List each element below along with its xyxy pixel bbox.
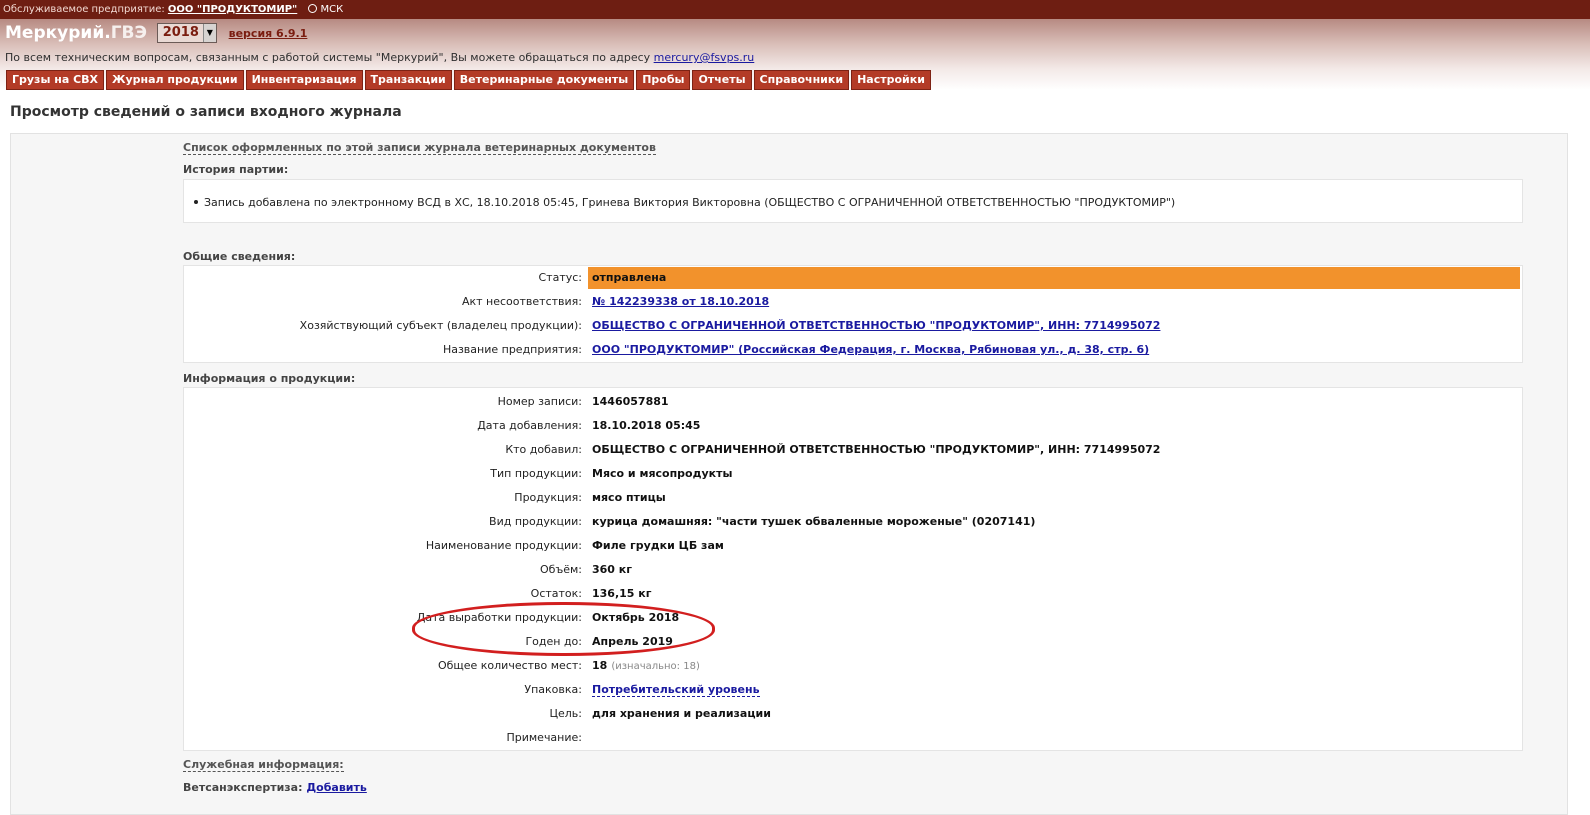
page-title: Просмотр сведений о записи входного журн… — [10, 104, 402, 120]
vet-docs-list-link[interactable]: Список оформленных по этой записи журнал… — [183, 141, 656, 155]
menu-item-cargo[interactable]: Грузы на СВХ — [6, 70, 105, 90]
table-row: Годен до: Апрель 2019 — [525, 635, 673, 648]
enterprise-name-label: Название предприятия: — [442, 343, 582, 356]
general-title: Общие сведения: — [183, 250, 296, 263]
table-row: Примечание: — [506, 731, 582, 744]
timezone-label: МСК — [320, 4, 344, 15]
places-count: 18 (изначально: 18) — [592, 659, 700, 672]
status-row: Статус: отправлена — [184, 267, 1522, 289]
menu-item-reports[interactable]: Отчеты — [692, 70, 752, 90]
status-highlight — [588, 267, 1520, 289]
table-row: Объём: 360 кг — [540, 563, 633, 576]
status-label: Статус: — [538, 271, 582, 284]
owner-label: Хозяйствующий субъект (владелец продукци… — [299, 319, 582, 332]
support-email-link[interactable]: mercury@fsvps.ru — [654, 51, 755, 64]
menu-item-inventory[interactable]: Инвентаризация — [245, 70, 363, 90]
menu-item-transactions[interactable]: Транзакции — [364, 70, 452, 90]
remaining: 136,15 кг — [592, 587, 652, 600]
year-select[interactable]: 2018 ▼ — [156, 23, 217, 43]
added-date: 18.10.2018 05:45 — [592, 419, 701, 432]
menu-item-samples[interactable]: Пробы — [636, 70, 691, 90]
packaging-link[interactable]: Потребительский уровень — [592, 683, 760, 697]
product: мясо птицы — [592, 491, 666, 504]
app-title: Меркурий.ГВЭ — [5, 23, 147, 43]
enterprise-label: Обслуживаемое предприятие: — [3, 4, 165, 15]
support-notice: По всем техническим вопросам, связанным … — [5, 51, 755, 64]
table-row: Номер записи: 1446057881 — [497, 395, 669, 408]
places-initial: (изначально: 18) — [611, 661, 700, 672]
table-row: Тип продукции: Мясо и мясопродукты — [490, 467, 733, 480]
enterprise-link[interactable]: ООО "ПРОДУКТОМИР" — [168, 4, 297, 15]
year-value: 2018 — [157, 24, 204, 42]
product-type: Мясо и мясопродукты — [592, 467, 733, 480]
add-vet-expertise-link[interactable]: Добавить — [306, 781, 366, 794]
owner-link[interactable]: ОБЩЕСТВО С ОГРАНИЧЕННОЙ ОТВЕТСТВЕННОСТЬЮ… — [592, 319, 1160, 332]
version-link[interactable]: версия 6.9.1 — [229, 27, 308, 40]
table-row: Остаток: 136,15 кг — [530, 587, 652, 600]
record-number: 1446057881 — [592, 395, 669, 408]
enterprise-bar: Обслуживаемое предприятие: ООО "ПРОДУКТО… — [0, 0, 1590, 19]
chevron-down-icon[interactable]: ▼ — [202, 24, 216, 42]
clock-icon — [308, 4, 318, 13]
table-row: Наименование продукции: Филе грудки ЦБ з… — [425, 539, 724, 552]
enterprise-row: Название предприятия: ООО "ПРОДУКТОМИР" … — [184, 339, 1522, 361]
product-title: Информация о продукции: — [183, 372, 356, 385]
product-kind: курица домашняя: "части тушек обваленные… — [592, 515, 1036, 528]
product-name: Филе грудки ЦБ зам — [592, 539, 724, 552]
volume: 360 кг — [592, 563, 633, 576]
menu-item-references[interactable]: Справочники — [753, 70, 850, 90]
enterprise-name-link[interactable]: ООО "ПРОДУКТОМИР" (Российская Федерация,… — [592, 343, 1149, 356]
act-label: Акт несоответствия: — [461, 295, 582, 308]
status-badge: отправлена — [592, 271, 667, 284]
history-box: Запись добавлена по электронному ВСД в Х… — [183, 179, 1523, 223]
added-by: ОБЩЕСТВО С ОГРАНИЧЕННОЙ ОТВЕТСТВЕННОСТЬЮ… — [592, 443, 1161, 456]
menu-item-settings[interactable]: Настройки — [851, 70, 931, 90]
owner-row: Хозяйствующий субъект (владелец продукци… — [184, 315, 1522, 337]
purpose: для хранения и реализации — [592, 707, 771, 720]
table-row: Общее количество мест: 18 (изначально: 18… — [437, 659, 700, 672]
expiry-date: Апрель 2019 — [592, 635, 673, 648]
production-date: Октябрь 2018 — [592, 611, 680, 624]
bullet-icon — [194, 200, 198, 204]
timezone: МСК — [308, 4, 343, 15]
general-box: Статус: отправлена Акт несоответствия: №… — [183, 265, 1523, 363]
act-row: Акт несоответствия: № 142239338 от 18.10… — [184, 291, 1522, 313]
app-header: Меркурий.ГВЭ 2018 ▼ версия 6.9.1 По всем… — [0, 19, 1590, 90]
service-info-link[interactable]: Служебная информация: — [183, 758, 344, 772]
table-row: Дата выработки продукции: Октябрь 2018 — [416, 611, 680, 624]
table-row: Дата добавления: 18.10.2018 05:45 — [477, 419, 701, 432]
act-link[interactable]: № 142239338 от 18.10.2018 — [592, 295, 769, 308]
table-row: Кто добавил: ОБЩЕСТВО С ОГРАНИЧЕННОЙ ОТВ… — [505, 443, 1161, 456]
menu-item-journal[interactable]: Журнал продукции — [106, 70, 244, 90]
table-row: Цель: для хранения и реализации — [549, 707, 771, 720]
main-menu: Грузы на СВХ Журнал продукции Инвентариз… — [6, 70, 933, 90]
table-row: Упаковка: Потребительский уровень — [524, 683, 760, 697]
product-box: Номер записи: 1446057881 Дата добавления… — [183, 387, 1523, 751]
vet-expertise: Ветсанэкспертиза: Добавить — [183, 781, 367, 794]
table-row: Продукция: мясо птицы — [514, 491, 666, 504]
history-item: Запись добавлена по электронному ВСД в Х… — [194, 196, 1175, 209]
record-panel: Список оформленных по этой записи журнал… — [10, 133, 1568, 815]
history-title: История партии: — [183, 163, 289, 176]
table-row: Вид продукции: курица домашняя: "части т… — [489, 515, 1036, 528]
menu-item-vet-docs[interactable]: Ветеринарные документы — [453, 70, 635, 90]
brand: Меркурий.ГВЭ 2018 ▼ версия 6.9.1 — [5, 23, 307, 47]
